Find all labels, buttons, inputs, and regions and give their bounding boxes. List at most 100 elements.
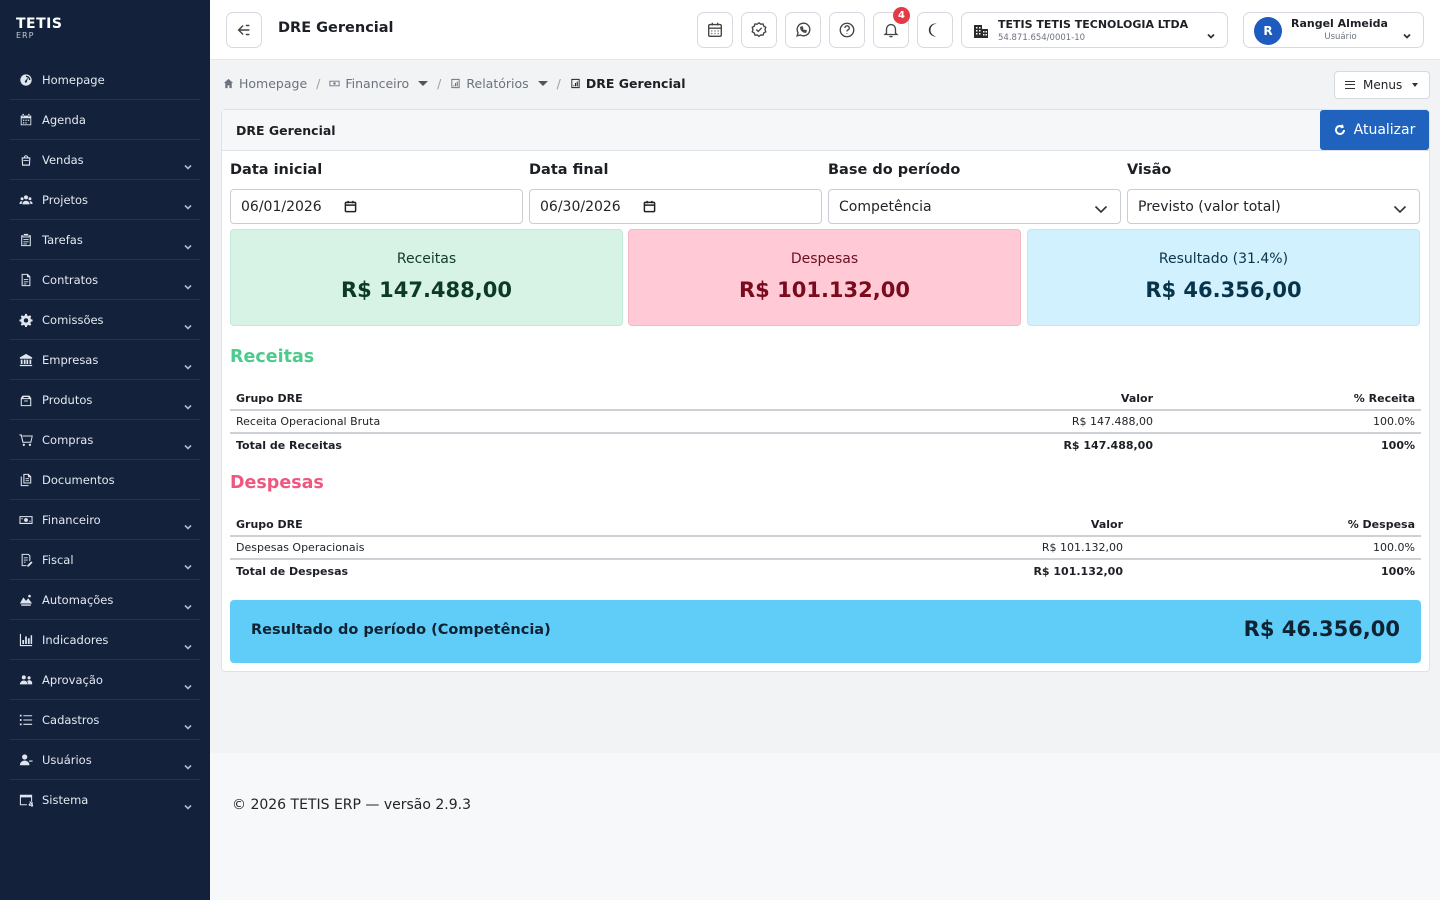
- chevron-down-icon: [1206, 26, 1216, 39]
- sidebar-item-label: Vendas: [42, 153, 84, 167]
- sidebar-item-produtos[interactable]: Produtos: [0, 380, 210, 420]
- sidebar-item-label: Empresas: [42, 353, 99, 367]
- people-icon: [18, 193, 33, 208]
- calendar-button[interactable]: [697, 12, 733, 48]
- col-header-group: Grupo DRE: [230, 513, 909, 537]
- sidebar-item-financeiro[interactable]: Financeiro: [0, 500, 210, 540]
- start-date-value: 06/01/2026: [241, 198, 322, 215]
- dark-mode-toggle[interactable]: [917, 12, 953, 48]
- chevron-down-icon: [184, 436, 192, 450]
- total-pct: 100%: [1381, 438, 1415, 452]
- sidebar-item-usuarios[interactable]: Usuários: [0, 740, 210, 780]
- kpi-despesas: Despesas R$ 101.132,00: [628, 229, 1021, 326]
- whatsapp-button[interactable]: [785, 12, 821, 48]
- sidebar-item-documentos[interactable]: Documentos: [0, 460, 210, 500]
- gear-icon: [18, 313, 33, 328]
- sidebar-item-tarefas[interactable]: Tarefas: [0, 220, 210, 260]
- home-icon: [223, 78, 234, 89]
- period-base-select[interactable]: Competência: [828, 189, 1121, 224]
- menus-label: Menus: [1363, 78, 1403, 92]
- sidebar-item-empresas[interactable]: Empresas: [0, 340, 210, 380]
- sidebar-item-projetos[interactable]: Projetos: [0, 180, 210, 220]
- collapse-sidebar-button[interactable]: [226, 12, 262, 48]
- sidebar-item-automacoes[interactable]: Automações: [0, 580, 210, 620]
- sidebar: TETIS ERP Homepage Agenda Vendas Projetos Ta…: [0, 0, 210, 900]
- breadcrumb-separator: /: [316, 76, 321, 91]
- sidebar-item-vendas[interactable]: Vendas: [0, 140, 210, 180]
- notifications-button[interactable]: 4: [873, 7, 910, 48]
- breadcrumb-financeiro[interactable]: Financeiro: [329, 76, 429, 91]
- sidebar-item-label: Compras: [42, 433, 94, 447]
- avatar: R: [1254, 17, 1282, 45]
- sidebar-item-label: Financeiro: [42, 513, 101, 527]
- sidebar-item-compras[interactable]: Compras: [0, 420, 210, 460]
- refresh-button[interactable]: Atualizar: [1320, 110, 1429, 150]
- chevron-down-icon: [1094, 202, 1108, 214]
- badge-check-icon: [751, 21, 767, 38]
- sidebar-item-label: Usuários: [42, 753, 92, 767]
- caret-down-icon: [537, 81, 548, 86]
- top-header: DRE Gerencial 4 TETIS TETIS TECNOLOGIA L…: [210, 0, 1440, 60]
- moon-icon: [928, 23, 937, 37]
- kpi-receitas-label: Receitas: [396, 251, 457, 267]
- chevron-down-icon: [184, 676, 192, 690]
- calendar-icon: [18, 113, 33, 128]
- sidebar-item-homepage[interactable]: Homepage: [0, 60, 210, 100]
- chevron-down-icon: [184, 236, 192, 250]
- breadcrumb-home[interactable]: Homepage: [223, 76, 307, 91]
- sidebar-item-comissoes[interactable]: Comissões: [0, 300, 210, 340]
- brand-logo[interactable]: TETIS ERP: [0, 0, 210, 58]
- sidebar-item-contratos[interactable]: Contratos: [0, 260, 210, 300]
- report-icon: [571, 78, 580, 89]
- sidebar-item-label: Sistema: [42, 793, 89, 807]
- start-date-input[interactable]: 06/01/2026: [230, 189, 523, 224]
- sidebar-item-sistema[interactable]: Sistema: [0, 780, 210, 820]
- breadcrumb-financeiro-label: Financeiro: [345, 76, 410, 91]
- calendar-icon[interactable]: [643, 200, 656, 213]
- table-row: Receita Operacional Bruta R$ 147.488,00 10…: [230, 410, 1421, 434]
- cell-value: R$ 101.132,00: [909, 536, 1129, 560]
- chevron-down-icon: [1393, 202, 1407, 214]
- sidebar-item-aprovacao[interactable]: Aprovação: [0, 660, 210, 700]
- sidebar-item-indicadores[interactable]: Indicadores: [0, 620, 210, 660]
- receitas-section-title: Receitas: [230, 347, 315, 367]
- breadcrumb-relatorios[interactable]: Relatórios: [450, 76, 548, 91]
- kpi-resultado-value: R$ 46.356,00: [1145, 278, 1302, 302]
- cash-icon: [18, 513, 33, 528]
- calendar-icon: [708, 22, 722, 37]
- box-icon: [18, 393, 33, 408]
- company-selector[interactable]: TETIS TETIS TECNOLOGIA LTDA 54.871.654/0…: [961, 12, 1228, 48]
- view-select[interactable]: Previsto (valor total): [1127, 189, 1420, 224]
- breadcrumb-home-label: Homepage: [239, 76, 308, 91]
- sidebar-item-cadastros[interactable]: Cadastros: [0, 700, 210, 740]
- chevron-down-icon: [184, 156, 192, 170]
- despesas-table-body: Despesas Operacionais R$ 101.132,00 100.0%: [230, 536, 1421, 560]
- sidebar-item-label: Tarefas: [42, 233, 83, 247]
- help-button[interactable]: [829, 12, 865, 48]
- sidebar-item-label: Automações: [42, 593, 114, 607]
- cash-icon: [329, 80, 340, 87]
- col-header-value: Valor: [939, 387, 1159, 411]
- total-pct: 100%: [1381, 564, 1415, 578]
- robot-icon: [18, 593, 33, 608]
- approvals-button[interactable]: [741, 12, 777, 48]
- table-total-row: Total de Despesas R$ 101.132,00 100%: [230, 559, 1421, 582]
- cell-group: Receita Operacional Bruta: [230, 410, 939, 434]
- table-total-row: Total de Receitas R$ 147.488,00 100%: [230, 433, 1421, 456]
- calendar-icon[interactable]: [344, 200, 357, 213]
- caret-down-icon: [1412, 83, 1419, 87]
- sidebar-item-label: Fiscal: [42, 553, 74, 567]
- end-date-input[interactable]: 06/30/2026: [529, 189, 822, 224]
- sidebar-item-label: Contratos: [42, 273, 99, 287]
- sidebar-item-fiscal[interactable]: Fiscal: [0, 540, 210, 580]
- cell-group: Despesas Operacionais: [230, 536, 909, 560]
- kpi-row: Receitas R$ 147.488,00 Despesas R$ 101.1…: [230, 229, 1421, 326]
- user-menu[interactable]: R Rangel Almeida Usuário: [1243, 12, 1424, 48]
- total-label: Total de Receitas: [236, 438, 342, 452]
- menus-dropdown-button[interactable]: Menus: [1334, 71, 1430, 99]
- despesas-section-title: Despesas: [230, 473, 324, 493]
- sidebar-item-agenda[interactable]: Agenda: [0, 100, 210, 140]
- total-value: R$ 101.132,00: [1033, 564, 1123, 578]
- cart-icon: [18, 433, 33, 448]
- user-name: Rangel Almeida: [1291, 17, 1388, 30]
